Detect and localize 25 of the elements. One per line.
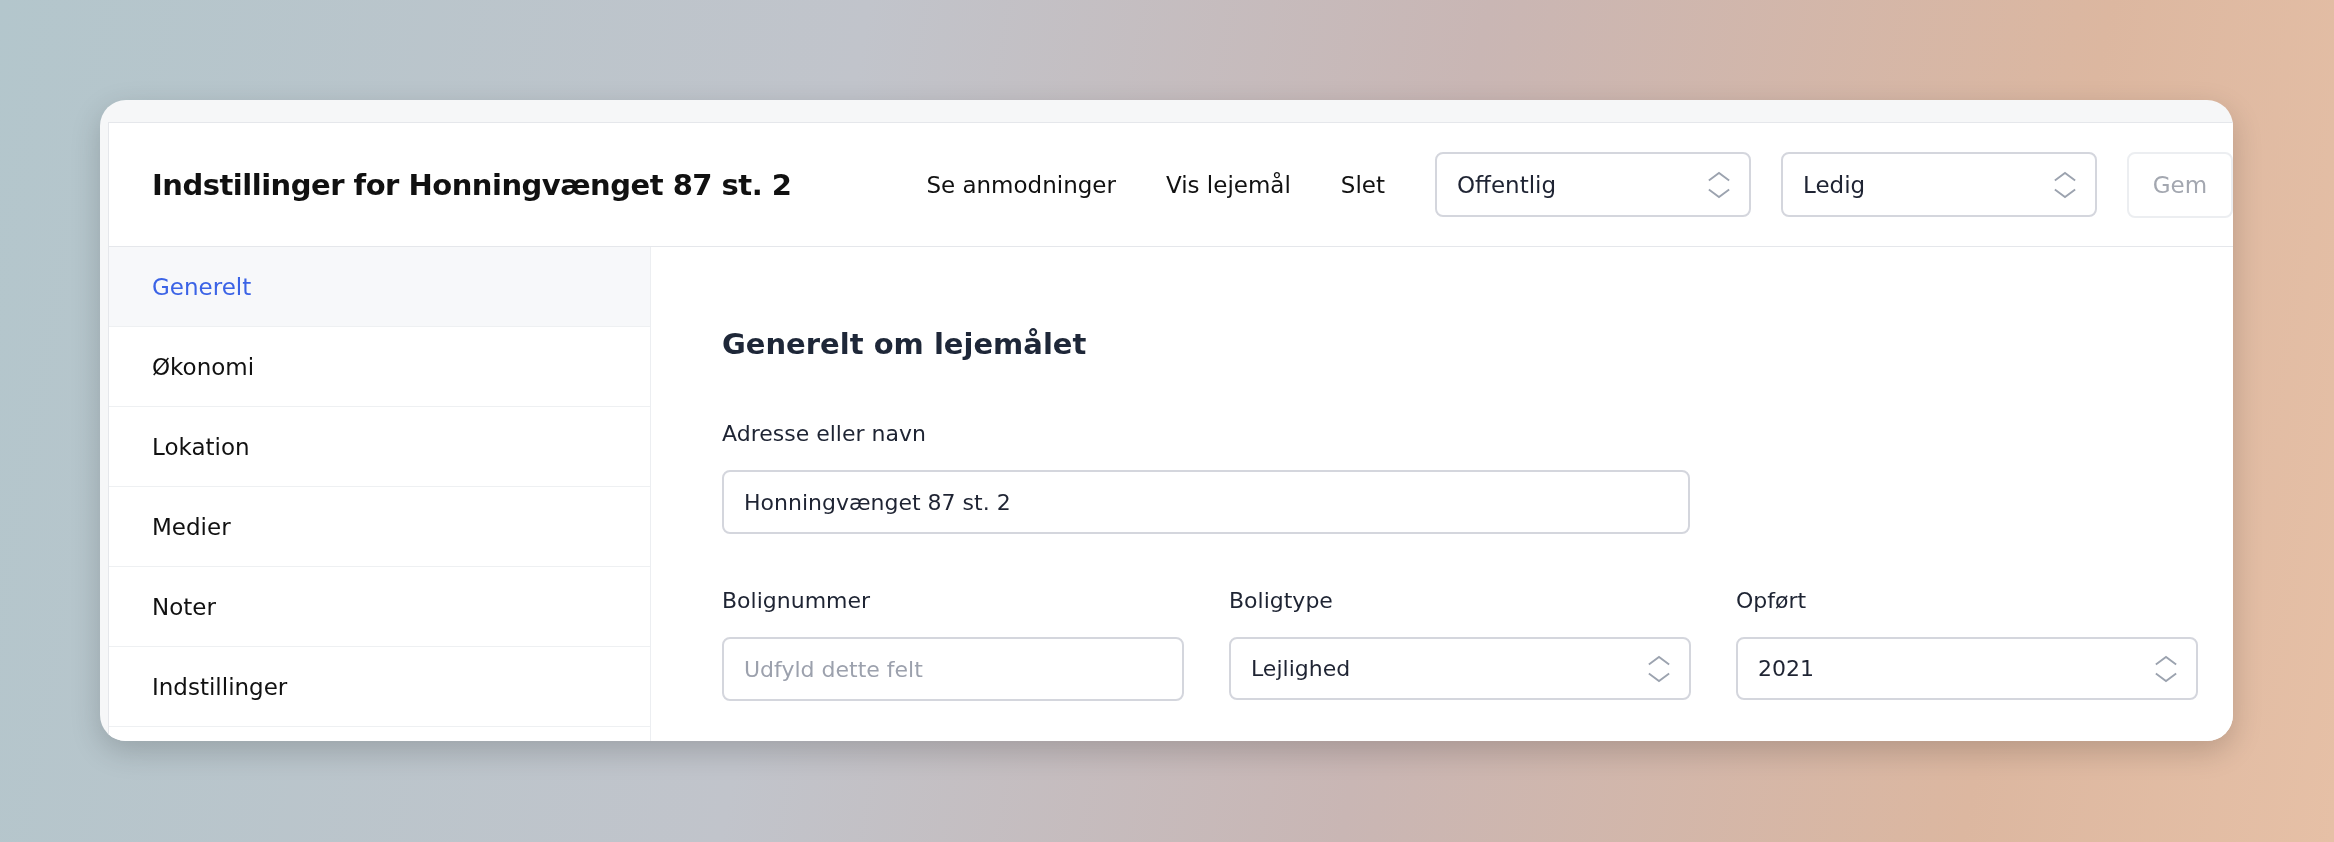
page-title: Indstillinger for Honningvænget 87 st. 2 xyxy=(152,167,793,202)
input-field[interactable]: Udfyld dette felt xyxy=(722,637,1184,701)
section-heading: Generelt om lejemålet xyxy=(722,327,1088,361)
field-label: Adresse eller navn xyxy=(722,421,927,446)
select-field[interactable]: Ledig xyxy=(1781,152,2097,217)
select-field[interactable]: 2021 xyxy=(1736,637,2198,700)
sidebar-item[interactable]: Generelt xyxy=(109,247,650,327)
nav-link[interactable]: Slet xyxy=(1340,171,1385,198)
up-down-chevron-icon xyxy=(1707,170,1731,199)
input-field[interactable]: Honningvænget 87 st. 2 xyxy=(722,470,1690,534)
up-down-chevron-icon xyxy=(2053,170,2077,199)
field-label: Bolignummer xyxy=(722,588,872,613)
sidebar-item[interactable]: Økonomi xyxy=(109,327,650,407)
nav-link[interactable]: Vis lejemål xyxy=(1165,171,1291,198)
sidebar-item[interactable]: Lokation xyxy=(109,407,650,487)
sidebar-item[interactable]: Indstillinger xyxy=(109,647,650,727)
nav-link[interactable]: Se anmodninger xyxy=(926,171,1116,198)
sidebar-item[interactable]: Noter xyxy=(109,567,650,647)
up-down-chevron-icon xyxy=(2154,654,2178,683)
up-down-chevron-icon xyxy=(1647,654,1671,683)
field-label: Opført xyxy=(1736,588,1808,613)
select-field[interactable]: Lejlighed xyxy=(1229,637,1691,700)
select-field[interactable]: Offentlig xyxy=(1435,152,1751,217)
field-label: Boligtype xyxy=(1229,588,1334,613)
sidebar-item[interactable]: Medier xyxy=(109,487,650,567)
